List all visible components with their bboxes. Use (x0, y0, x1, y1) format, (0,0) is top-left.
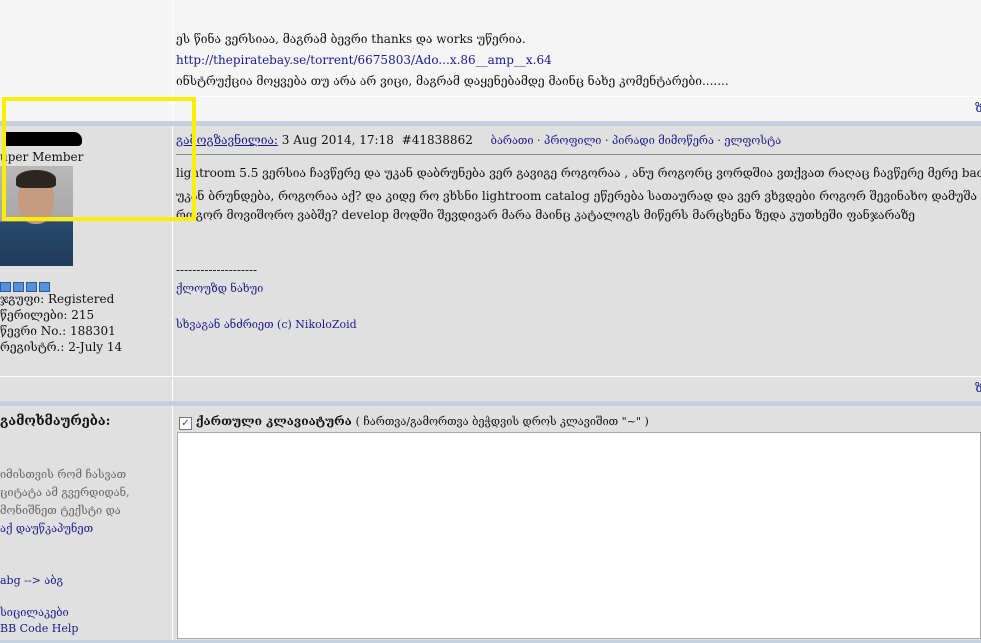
post-body-line: უკან ბრუნდება, როგორაა აქ? და კიდე რო ვხ… (176, 189, 977, 203)
quote-help-link[interactable]: აქ დაუწკაპუნეთ (0, 522, 93, 535)
torrent-link[interactable]: http://thepiratebay.se/torrent/6675803/A… (176, 53, 552, 67)
post-line: ეს წინა ვერსიაა, მაგრამ ბევრი thanks და … (176, 32, 526, 46)
post-header: გამოგზავნილია: 3 Aug 2014, 17:18 #418388… (176, 133, 782, 147)
post-date: 3 Aug 2014, 17:18 (281, 133, 394, 147)
help-text: იმისთვის რომ ჩასვათ (0, 468, 127, 481)
post-body-line: როგორ მოვიშორო ვაბშე? develop მოდში შევდ… (176, 208, 916, 222)
cut-off-line (176, 0, 180, 6)
keyboard-hint: ( ჩართვა/გამორთვა ბეჭდვის დროს კლავიშით … (355, 415, 649, 428)
previous-post: ეს წინა ვერსიაა, მაგრამ ბევრი thanks და … (0, 0, 981, 96)
signature-line: სხვაგან ანძრიეთ (c) NikoloZoid (176, 318, 357, 331)
help-text: მონიშნეთ ტექსტი და (0, 504, 121, 517)
post-count: წერილები: 215 (0, 308, 95, 322)
reply-textarea[interactable] (177, 432, 981, 639)
rank-stars (0, 282, 50, 292)
card-link[interactable]: ბარათი (491, 134, 534, 147)
email-link[interactable]: ელფოსტა (724, 134, 781, 147)
smilies-link[interactable]: სიცილაკები (0, 606, 69, 619)
signature-divider: -------------------- (176, 263, 258, 277)
member-group: ჯგუფი: Registered (0, 292, 115, 306)
highlight-box (2, 97, 196, 221)
top-link[interactable]: ზ (975, 101, 981, 115)
post-body-line: lightroom 5.5 ვერსია ჩავწერე და უკან დაბ… (176, 166, 981, 180)
reply-form: გამოხმაურება: იმისთვის რომ ჩასვათ ციტატა… (0, 406, 981, 643)
post-header-divider (176, 154, 981, 155)
bbcode-help-link[interactable]: BB Code Help (0, 622, 78, 635)
registration-date: რეგისტრ.: 2-July 14 (0, 340, 123, 354)
translit-link[interactable]: abg --> აბგ (0, 574, 63, 587)
post-footer-row: ზ (0, 377, 981, 401)
help-text: ციტატა ამ გვერდიდან, (0, 486, 130, 499)
keyboard-checkbox[interactable]: ✓ (179, 417, 192, 430)
profile-link[interactable]: პროფილი (544, 134, 601, 147)
post-id: #41838862 (401, 133, 473, 147)
pm-link[interactable]: პირადი მიმოწერა (612, 134, 714, 147)
keyboard-label: ქართული კლავიატურა (195, 414, 352, 428)
member-number: წევრი No.: 188301 (0, 324, 116, 338)
post-line: ინსტრუქცია მოყვება თუ არა არ ვიცი, მაგრა… (176, 74, 729, 88)
reply-title: გამოხმაურება: (0, 414, 111, 429)
signature-line: ქლოუზდ ნახუი (176, 282, 264, 295)
keyboard-toggle[interactable]: ✓ ქართული კლავიატურა ( ჩართვა/გამორთვა ბ… (179, 414, 649, 430)
top-link[interactable]: ზ (975, 381, 981, 395)
